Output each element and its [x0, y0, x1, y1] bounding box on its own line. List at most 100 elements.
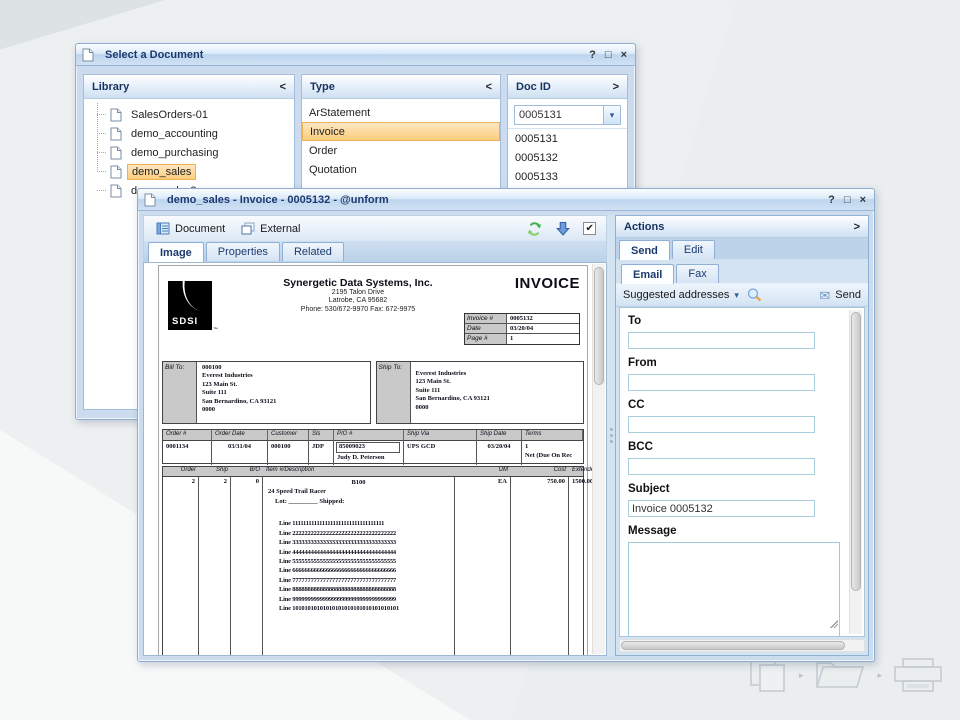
message-field[interactable]: [628, 542, 840, 637]
docid-item-0005131[interactable]: 0005131: [508, 129, 627, 148]
library-item-label-selected: demo_sales: [127, 164, 196, 180]
docid-item-0005132[interactable]: 0005132: [508, 148, 627, 167]
tab-fax[interactable]: Fax: [676, 264, 718, 283]
docid-combobox[interactable]: 0005131 ▾: [514, 105, 621, 125]
document-icon: [110, 127, 122, 141]
maximize-button[interactable]: □: [844, 194, 851, 206]
type-item-label: Quotation: [309, 164, 357, 176]
send-button-label: Send: [835, 289, 861, 301]
textarea-resize-grip[interactable]: [830, 620, 838, 628]
to-label: To: [628, 315, 840, 327]
tab-email[interactable]: Email: [621, 264, 674, 284]
toolbar-checkbox[interactable]: ✔: [583, 222, 596, 235]
refresh-icon[interactable]: [526, 221, 543, 237]
type-item-order[interactable]: Order: [302, 141, 500, 160]
type-panel-header[interactable]: Type <: [302, 75, 500, 99]
viewer-toolbar: Document External ✔: [143, 215, 607, 241]
docid-header-label: Doc ID: [516, 81, 551, 93]
collapse-chevron-icon[interactable]: <: [486, 81, 492, 93]
document-icon: [144, 193, 156, 207]
viewer-tabbar: Image Properties Related: [143, 241, 607, 262]
meta-date-label: Date: [465, 324, 507, 333]
meta-invoice-label: Invoice #: [465, 314, 507, 323]
library-item-demo-purchasing[interactable]: demo_purchasing: [84, 143, 294, 162]
tab-properties[interactable]: Properties: [206, 242, 280, 261]
ship-to-box: Ship To: Everest Industries 123 Main St.…: [376, 361, 585, 424]
scrollbar-thumb[interactable]: [594, 267, 604, 385]
suggested-addresses-button[interactable]: Suggested addresses ▾: [623, 289, 739, 301]
tab-image[interactable]: Image: [148, 242, 204, 262]
address-search-icon[interactable]: [746, 287, 763, 303]
document-icon: [110, 165, 122, 179]
tab-edit[interactable]: Edit: [672, 240, 715, 259]
close-button[interactable]: ×: [860, 194, 866, 206]
bill-to-address: 000100 Everest Industries 123 Main St. S…: [197, 362, 370, 423]
meta-page-value: 1: [507, 334, 579, 344]
cc-field[interactable]: [628, 416, 815, 433]
docid-item-0005133[interactable]: 0005133: [508, 167, 627, 186]
window-title: Select a Document: [105, 49, 203, 61]
tab-send[interactable]: Send: [619, 240, 670, 260]
library-tree: SalesOrders-01 demo_accounting demo_purc…: [84, 99, 294, 200]
download-arrow-icon[interactable]: [555, 221, 571, 237]
close-button[interactable]: ×: [621, 49, 627, 61]
subject-label: Subject: [628, 483, 840, 495]
meta-invoice-value: 0005132: [507, 314, 579, 323]
expand-chevron-icon[interactable]: >: [854, 221, 860, 233]
printer-icon: [891, 656, 945, 694]
maximize-button[interactable]: □: [605, 49, 612, 61]
docid-item-label: 0005133: [515, 171, 558, 183]
help-button[interactable]: ?: [589, 49, 596, 61]
lot-line: Lot: _________ Shipped:: [266, 497, 451, 506]
library-panel-header[interactable]: Library <: [84, 75, 294, 99]
library-item-demo-sales[interactable]: demo_sales: [84, 162, 294, 181]
to-field[interactable]: [628, 332, 815, 349]
library-item-salesorders-01[interactable]: SalesOrders-01: [84, 105, 294, 124]
message-label: Message: [628, 525, 840, 537]
arrow-separator-icon: ▸: [799, 670, 804, 681]
tab-related[interactable]: Related: [282, 242, 344, 261]
library-item-demo-accounting[interactable]: demo_accounting: [84, 124, 294, 143]
scrollbar-thumb[interactable]: [621, 641, 845, 650]
expand-chevron-icon[interactable]: >: [613, 81, 619, 93]
document-icon: [82, 48, 94, 62]
combo-dropdown-arrow-icon[interactable]: ▾: [603, 106, 620, 124]
scrollbar-thumb[interactable]: [851, 312, 861, 591]
actions-header-label: Actions: [624, 221, 664, 233]
order-info-table: Order # Order Date Customer Sls P/O # Sh…: [162, 429, 584, 464]
bcc-label: BCC: [628, 441, 840, 453]
form-vertical-scrollbar[interactable]: [849, 310, 862, 634]
external-button[interactable]: External: [235, 220, 306, 237]
docid-item-label: 0005132: [515, 152, 558, 164]
actions-panel-header[interactable]: Actions >: [616, 216, 868, 238]
bill-to-box: Bill To: 000100 Everest Industries 123 M…: [162, 361, 371, 424]
document-icon: [110, 146, 122, 160]
library-item-label: demo_purchasing: [127, 146, 222, 160]
image-vertical-scrollbar[interactable]: [592, 264, 605, 654]
from-field[interactable]: [628, 374, 815, 391]
collapse-chevron-icon[interactable]: <: [280, 81, 286, 93]
subject-field[interactable]: [628, 500, 815, 517]
help-button[interactable]: ?: [828, 194, 835, 206]
docid-combo-value: 0005131: [515, 109, 603, 121]
company-name: Synergetic Data Systems, Inc.: [244, 277, 472, 289]
type-item-quotation[interactable]: Quotation: [302, 160, 500, 179]
ship-to-label: Ship To:: [377, 362, 411, 423]
document-button[interactable]: Document: [150, 220, 231, 237]
pane-splitter[interactable]: [607, 215, 615, 656]
docid-panel-header[interactable]: Doc ID >: [508, 75, 627, 99]
window-title: demo_sales - Invoice - 0005132 - @unform: [167, 194, 389, 206]
type-item-invoice-selected[interactable]: Invoice: [302, 122, 500, 141]
select-window-titlebar[interactable]: Select a Document ? □ ×: [76, 44, 635, 66]
send-button[interactable]: ✉ Send: [819, 289, 861, 302]
form-horizontal-scrollbar[interactable]: [619, 639, 865, 652]
type-item-label: Invoice: [310, 126, 345, 138]
type-item-arstatement[interactable]: ArStatement: [302, 103, 500, 122]
company-logo: SDSI ™: [168, 281, 212, 330]
library-item-label: demo_accounting: [127, 127, 222, 141]
folder-icon: [813, 657, 869, 693]
company-block: Synergetic Data Systems, Inc. 2195 Talon…: [244, 277, 472, 314]
email-form: To From CC BCC Subject Message: [619, 307, 865, 637]
viewer-window-titlebar[interactable]: demo_sales - Invoice - 0005132 - @unform…: [138, 189, 874, 211]
bcc-field[interactable]: [628, 458, 815, 475]
